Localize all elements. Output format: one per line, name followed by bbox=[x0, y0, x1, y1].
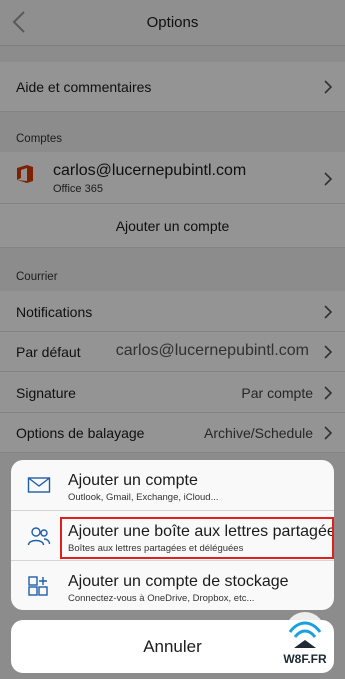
option-title: Ajouter un compte bbox=[68, 472, 198, 489]
highlight-box bbox=[60, 517, 334, 559]
add-storage-account-option[interactable]: Ajouter un compte de stockage Connectez-… bbox=[11, 560, 334, 610]
grid-plus-icon bbox=[28, 576, 48, 596]
watermark-text: W8F.FR bbox=[283, 652, 327, 666]
option-subtitle: Outlook, Gmail, Exchange, iCloud... bbox=[68, 492, 219, 503]
option-subtitle: Connectez-vous à OneDrive, Dropbox, etc.… bbox=[68, 593, 255, 604]
option-title: Ajouter un compte de stockage bbox=[68, 573, 289, 590]
people-icon bbox=[27, 527, 51, 546]
envelope-icon bbox=[27, 477, 51, 493]
add-account-option[interactable]: Ajouter un compte Outlook, Gmail, Exchan… bbox=[11, 460, 334, 510]
